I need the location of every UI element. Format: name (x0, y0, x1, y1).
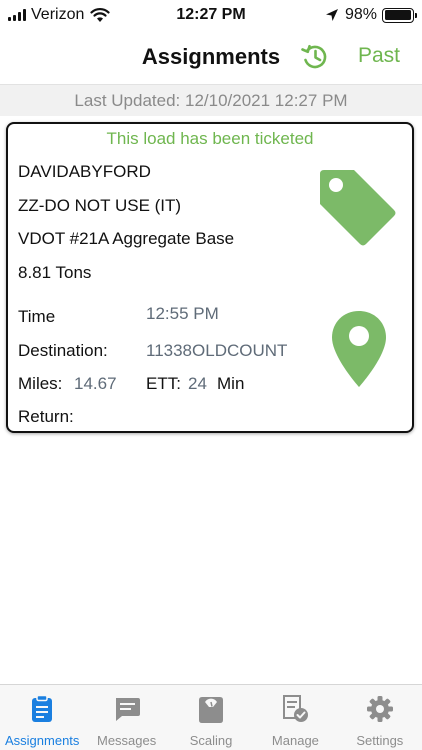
past-button[interactable]: Past (358, 44, 400, 68)
customer-name: ZZ-DO NOT USE (IT) (18, 196, 182, 215)
tab-label: Settings (356, 733, 404, 748)
miles-label: Miles: (18, 374, 63, 393)
price-tag-icon (320, 170, 396, 246)
assignment-card[interactable]: This load has been ticketed DAVIDABYFORD… (6, 122, 414, 433)
last-updated-text: Last Updated: 12/10/2021 12:27 PM (74, 91, 348, 110)
last-updated-bar: Last Updated: 12/10/2021 12:27 PM (0, 84, 422, 116)
tab-label: Manage (271, 733, 319, 748)
tab-bar: Assignments Messages Scaling Manage Sett… (0, 684, 422, 750)
location-arrow-icon (325, 9, 338, 21)
ett-value: 24 (188, 374, 207, 393)
clipboard-icon (32, 694, 53, 722)
history-clock-icon[interactable] (300, 42, 330, 72)
destination-value: 11338OLDCOUNT (146, 341, 288, 360)
driver-name: DAVIDABYFORD (18, 162, 151, 181)
battery-icon (382, 7, 417, 23)
tab-messages[interactable]: Messages (84, 685, 168, 750)
tab-settings[interactable]: Settings (338, 685, 422, 750)
status-right: 98% (325, 6, 417, 24)
ticketed-message: This load has been ticketed (106, 129, 314, 148)
status-bar: Verizon 12:27 PM 98% (0, 0, 422, 32)
tab-label: Messages (96, 733, 157, 748)
return-label: Return: (18, 407, 74, 426)
ett-unit: Min (217, 374, 245, 393)
time-label: Time (18, 307, 56, 326)
scale-icon (199, 697, 224, 723)
tab-manage[interactable]: Manage (253, 685, 337, 750)
battery-fill (384, 10, 411, 20)
nav-bar: Assignments Past (0, 32, 422, 84)
miles-value: 14.67 (74, 374, 117, 393)
time-value: 12:55 PM (146, 304, 219, 323)
tab-label: Scaling (189, 733, 233, 748)
map-pin-icon[interactable] (330, 309, 388, 389)
gear-icon (366, 696, 393, 722)
destination-label: Destination: (18, 341, 108, 360)
load-quantity: 8.81 Tons (18, 263, 92, 282)
product-name: VDOT #21A Aggregate Base (18, 229, 235, 248)
tab-assignments[interactable]: Assignments (0, 685, 84, 750)
tab-scaling[interactable]: Scaling (169, 685, 253, 750)
chat-bubble-icon (115, 698, 140, 721)
battery-percent: 98% (344, 6, 377, 23)
tab-label: Assignments (4, 733, 80, 748)
ett-label: ETT: (146, 374, 181, 393)
document-check-icon (283, 695, 309, 722)
